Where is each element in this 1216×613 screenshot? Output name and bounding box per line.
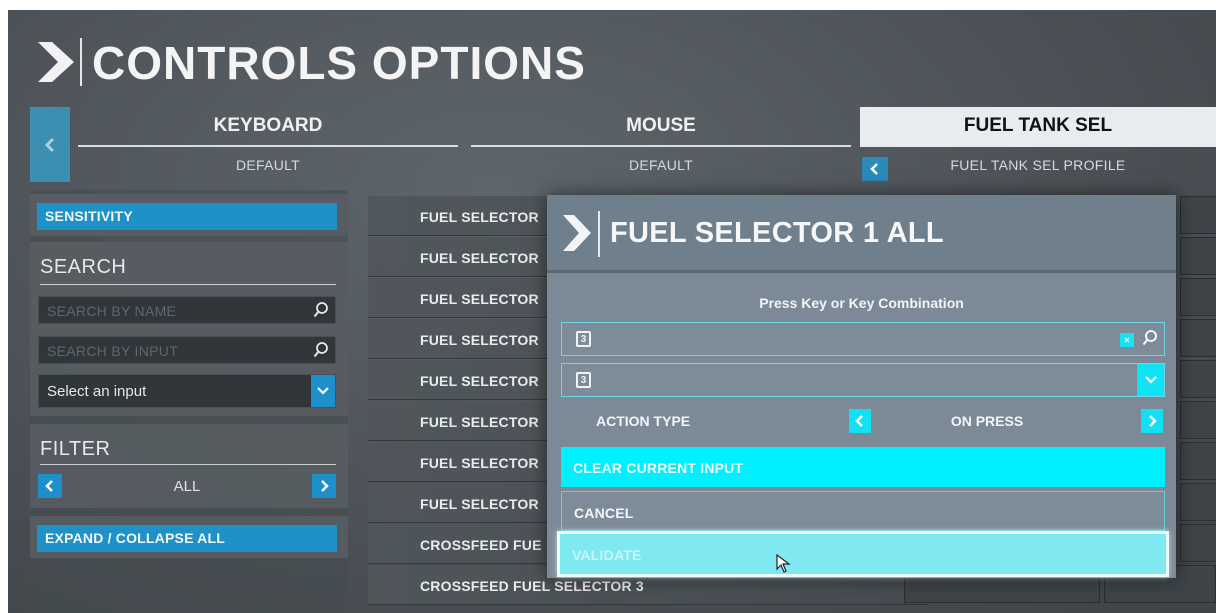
divider bbox=[40, 284, 336, 285]
list-item-label: CROSSFEED FUE bbox=[420, 537, 542, 553]
search-by-input-input[interactable]: SEARCH BY INPUT bbox=[38, 336, 336, 364]
binding-cell[interactable] bbox=[1180, 524, 1216, 562]
action-type-value: ON PRESS bbox=[950, 413, 1024, 429]
action-type-row: ACTION TYPE ON PRESS bbox=[547, 409, 1176, 435]
search-box: SEARCH SEARCH BY NAME SEARCH BY INPUT Se… bbox=[30, 242, 348, 416]
dropdown-toggle[interactable] bbox=[311, 375, 335, 407]
select-input-dropdown[interactable]: Select an input bbox=[38, 374, 336, 408]
chevron-down-icon bbox=[1144, 376, 1157, 384]
chevron-down-icon bbox=[317, 387, 329, 395]
binding-cell[interactable] bbox=[1180, 483, 1216, 521]
dialog-title: FUEL SELECTOR 1 ALL bbox=[610, 217, 944, 249]
list-item-label: FUEL SELECTOR bbox=[420, 209, 539, 225]
select-input-value: Select an input bbox=[47, 383, 147, 400]
filter-section-title: FILTER bbox=[40, 438, 111, 460]
binding-cell[interactable] bbox=[1180, 237, 1216, 275]
clear-key-button[interactable]: × bbox=[1120, 333, 1134, 347]
chevron-right-icon bbox=[38, 42, 74, 82]
profile-prev-button[interactable] bbox=[862, 157, 888, 181]
list-item-label: FUEL SELECTOR bbox=[420, 291, 539, 307]
chevron-right-icon bbox=[1149, 415, 1157, 427]
search-by-name-input[interactable]: SEARCH BY NAME bbox=[38, 296, 336, 324]
binding-cell[interactable] bbox=[1180, 196, 1216, 234]
search-section-title: SEARCH bbox=[40, 256, 127, 278]
tab-fuel-tank-sel[interactable]: FUEL TANK SEL FUEL TANK SEL PROFILE bbox=[860, 107, 1216, 183]
search-by-name-placeholder: SEARCH BY NAME bbox=[47, 303, 177, 319]
key-input-field[interactable]: 3 × bbox=[561, 322, 1165, 356]
action-type-next-button[interactable] bbox=[1141, 409, 1163, 433]
binding-cell[interactable] bbox=[1180, 319, 1216, 357]
list-item-label: CROSSFEED FUEL SELECTOR 3 bbox=[420, 578, 644, 594]
cancel-button[interactable]: CANCEL bbox=[561, 491, 1165, 531]
list-item-label: FUEL SELECTOR bbox=[420, 373, 539, 389]
validate-button[interactable]: VALIDATE bbox=[557, 531, 1169, 577]
tab-prev-button[interactable] bbox=[30, 107, 70, 182]
filter-value: ALL bbox=[173, 478, 201, 495]
tab-profile: DEFAULT bbox=[628, 157, 694, 173]
key-dropdown-field[interactable]: 3 bbox=[561, 363, 1165, 397]
binding-cell[interactable] bbox=[1180, 360, 1216, 398]
chevron-left-icon bbox=[870, 163, 878, 175]
expand-box: EXPAND / COLLAPSE ALL bbox=[30, 516, 348, 558]
title-divider bbox=[598, 211, 600, 257]
chevron-right-icon bbox=[321, 480, 329, 492]
key-3-icon: 3 bbox=[576, 372, 591, 388]
title-divider bbox=[80, 38, 82, 86]
action-type-prev-button[interactable] bbox=[849, 409, 871, 433]
screen: CONTROLS OPTIONS KEYBOARD DEFAULT MOUSE … bbox=[8, 10, 1216, 613]
sensitivity-box: SENSITIVITY bbox=[30, 194, 348, 236]
chevron-left-icon bbox=[44, 137, 55, 152]
binding-cell[interactable] bbox=[1180, 401, 1216, 439]
tab-name: FUEL TANK SEL bbox=[860, 107, 1216, 145]
search-by-input-placeholder: SEARCH BY INPUT bbox=[47, 343, 179, 359]
tab-profile: DEFAULT bbox=[235, 157, 301, 173]
binding-cell[interactable] bbox=[1180, 278, 1216, 316]
left-panel: SENSITIVITY SEARCH SEARCH BY NAME SEARCH… bbox=[30, 190, 348, 613]
sensitivity-button[interactable]: SENSITIVITY bbox=[37, 203, 337, 230]
search-icon[interactable] bbox=[1142, 329, 1158, 347]
dialog-header: FUEL SELECTOR 1 ALL bbox=[547, 195, 1176, 270]
filter-next-button[interactable] bbox=[312, 474, 336, 498]
list-item-label: FUEL SELECTOR bbox=[420, 414, 539, 430]
list-item-label: FUEL SELECTOR bbox=[420, 250, 539, 266]
divider bbox=[40, 464, 336, 465]
page-header: CONTROLS OPTIONS bbox=[8, 10, 1216, 102]
clear-current-input-button[interactable]: CLEAR CURRENT INPUT bbox=[561, 447, 1165, 487]
key-3-icon: 3 bbox=[576, 331, 591, 347]
tab-name: MOUSE bbox=[626, 115, 696, 136]
mouse-cursor-icon bbox=[776, 554, 791, 573]
list-item-label: FUEL SELECTOR bbox=[420, 496, 539, 512]
tab-name: KEYBOARD bbox=[213, 115, 323, 136]
divider bbox=[547, 270, 1176, 273]
tab-profile: FUEL TANK SEL PROFILE bbox=[950, 157, 1126, 173]
action-type-label: ACTION TYPE bbox=[596, 413, 691, 429]
dialog-prompt: Press Key or Key Combination bbox=[759, 295, 964, 311]
key-binding-dialog: FUEL SELECTOR 1 ALL Press Key or Key Com… bbox=[547, 195, 1176, 578]
filter-selector: ALL bbox=[38, 474, 336, 500]
page-title: CONTROLS OPTIONS bbox=[92, 37, 586, 89]
chevron-left-icon bbox=[855, 415, 863, 427]
filter-box: FILTER ALL bbox=[30, 424, 348, 508]
search-icon bbox=[313, 342, 328, 358]
tab-mouse[interactable]: MOUSE DEFAULT bbox=[467, 107, 855, 183]
expand-collapse-all-button[interactable]: EXPAND / COLLAPSE ALL bbox=[37, 525, 337, 552]
list-item-label: FUEL SELECTOR bbox=[420, 332, 539, 348]
chevron-right-icon bbox=[563, 215, 591, 251]
search-icon bbox=[313, 302, 328, 318]
tab-keyboard[interactable]: KEYBOARD DEFAULT bbox=[74, 107, 462, 183]
dropdown-toggle[interactable] bbox=[1137, 364, 1164, 396]
binding-cell[interactable] bbox=[1180, 442, 1216, 480]
list-item-label: FUEL SELECTOR bbox=[420, 455, 539, 471]
